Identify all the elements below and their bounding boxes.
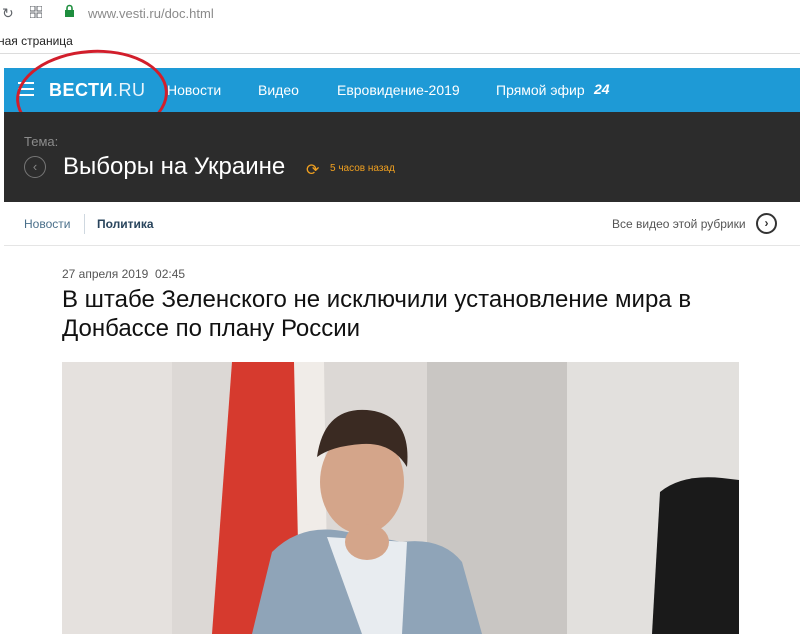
- browser-toolbar: ↻ www.vesti.ru/doc.html: [0, 0, 800, 30]
- topic-title[interactable]: Выборы на Украине: [63, 153, 285, 181]
- bookmark-home[interactable]: ная страница: [0, 34, 73, 48]
- topic-label: Тема:: [24, 134, 59, 149]
- breadcrumb-news[interactable]: Новости: [24, 217, 70, 231]
- reload-icon[interactable]: ↻: [2, 5, 14, 22]
- back-arrow-icon[interactable]: ‹: [24, 156, 46, 178]
- all-videos-link[interactable]: Все видео этой рубрики: [612, 217, 746, 231]
- article-date: 27 апреля 2019 02:45: [62, 267, 186, 281]
- live-24-badge[interactable]: 24: [594, 81, 610, 97]
- breadcrumb-politics[interactable]: Политика: [97, 217, 154, 231]
- chevron-right-icon[interactable]: ›: [756, 213, 777, 234]
- site-logo[interactable]: ВЕСТИ.RU: [49, 80, 146, 101]
- topic-updated: 5 часов назад: [330, 163, 395, 174]
- lock-icon: [64, 4, 75, 21]
- breadcrumb-divider: [84, 214, 85, 234]
- refresh-icon: ⟳: [306, 162, 320, 179]
- address-bar[interactable]: www.vesti.ru/doc.html: [88, 6, 214, 21]
- article-title: В штабе Зеленского не исключили установл…: [62, 286, 692, 342]
- apps-grid-icon[interactable]: [29, 5, 43, 21]
- nav-eurovision[interactable]: Евровидение-2019: [337, 82, 460, 98]
- nav-live[interactable]: Прямой эфир: [496, 82, 585, 98]
- nav-video[interactable]: Видео: [258, 82, 299, 98]
- topic-bar: Тема: ‹ Выборы на Украине ⟳ 5 часов наза…: [4, 112, 800, 202]
- bookmarks-bar: ная страница: [0, 30, 800, 54]
- hamburger-menu-icon[interactable]: [18, 82, 34, 96]
- nav-news[interactable]: Новости: [167, 82, 221, 98]
- article-photo: [62, 362, 739, 634]
- site-header: ВЕСТИ.RU Новости Видео Евровидение-2019 …: [4, 68, 800, 112]
- sub-navigation: Новости Политика Все видео этой рубрики …: [4, 202, 800, 246]
